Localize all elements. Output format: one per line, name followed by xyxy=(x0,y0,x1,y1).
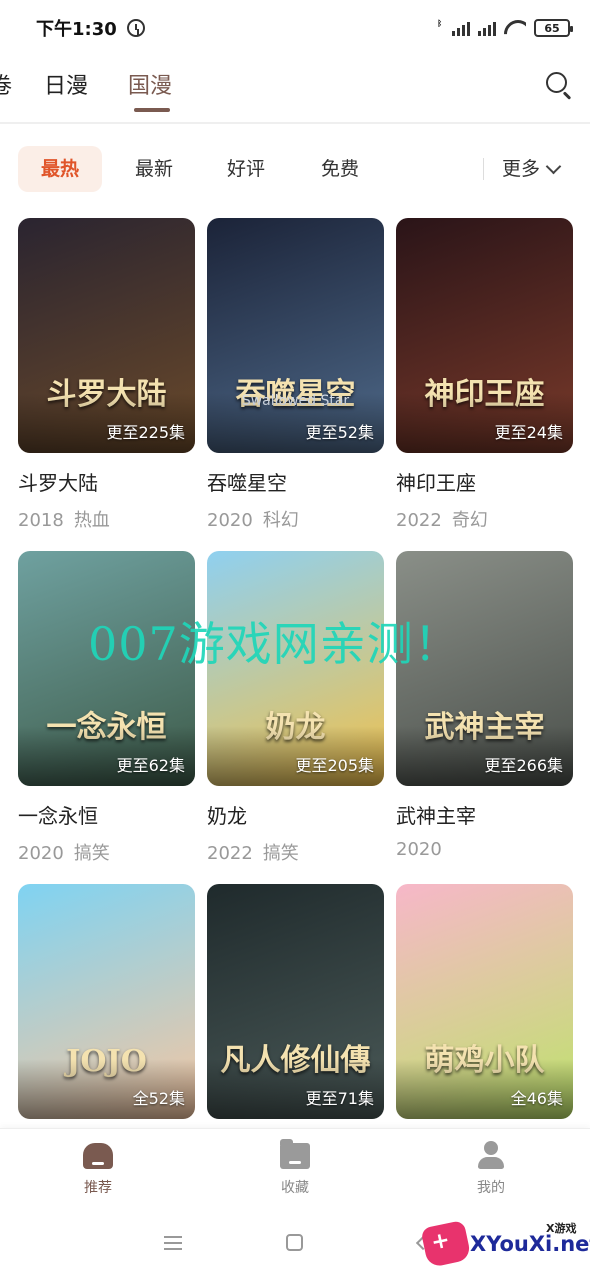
anime-meta: 2018 热血 xyxy=(18,506,195,532)
anime-genre: 搞笑 xyxy=(262,843,299,864)
episode-count: 全52集 xyxy=(132,1089,185,1108)
nav-favorites[interactable]: 收藏 xyxy=(255,1139,335,1197)
home-square-icon[interactable] xyxy=(286,1234,303,1251)
anime-title[interactable]: 奶龙 xyxy=(207,800,384,829)
search-icon xyxy=(546,72,567,93)
menu-icon[interactable] xyxy=(164,1236,182,1250)
episode-count: 更至225集 xyxy=(106,423,185,442)
top-tab-bar: 卷 日漫 国漫 xyxy=(0,56,590,122)
anime-card[interactable]: JOJO全52集 xyxy=(18,884,195,1119)
battery-icon: 65 xyxy=(534,19,573,37)
tab-japanese-anime[interactable]: 日漫 xyxy=(44,68,88,100)
filter-hottest[interactable]: 最热 xyxy=(18,146,102,192)
anime-genre: 热血 xyxy=(73,510,110,531)
home-icon xyxy=(83,1143,113,1169)
status-bar: 下午1:30 ᛒ 65 xyxy=(0,0,590,56)
anime-card[interactable]: 武神主宰更至266集武神主宰2020 xyxy=(396,551,573,860)
anime-title[interactable]: 神印王座 xyxy=(396,467,573,496)
anime-cover[interactable]: 神印王座更至24集 xyxy=(396,218,573,453)
anime-cover[interactable]: 萌鸡小队全46集 xyxy=(396,884,573,1119)
alarm-icon xyxy=(126,19,145,37)
watermark-text: 007游戏网亲测！ xyxy=(88,617,461,671)
anime-card[interactable]: 斗罗大陆更至225集斗罗大陆 2018 热血 xyxy=(18,218,195,532)
filter-free[interactable]: 免费 xyxy=(298,146,382,192)
filter-bar: 最热 最新 好评 免费 更多 xyxy=(0,146,590,192)
nav-profile[interactable]: 我的 xyxy=(451,1141,531,1197)
user-icon xyxy=(476,1141,506,1169)
nav-recommend-label: 推荐 xyxy=(84,1180,112,1196)
episode-count: 更至62集 xyxy=(116,756,185,775)
anime-card[interactable]: 凡人修仙傳更至71集 xyxy=(207,884,384,1119)
folder-icon xyxy=(280,1139,310,1169)
anime-year: 2020 xyxy=(207,510,253,531)
gamepad-icon xyxy=(420,1219,472,1269)
episode-count: 更至205集 xyxy=(295,756,374,775)
anime-genre: 搞笑 xyxy=(73,843,110,864)
more-filters-button[interactable]: 更多 xyxy=(502,146,562,192)
signal-icon xyxy=(452,20,470,36)
anime-year: 2020 xyxy=(18,843,64,864)
episode-count: 更至266集 xyxy=(484,756,563,775)
anime-title[interactable]: 吞噬星空 xyxy=(207,467,384,496)
search-button[interactable] xyxy=(544,70,574,100)
anime-year: 2018 xyxy=(18,510,64,531)
status-indicators: ᛒ 65 xyxy=(437,19,573,37)
anime-title[interactable]: 斗罗大陆 xyxy=(18,467,195,496)
bluetooth-icon: ᛒ xyxy=(437,19,442,28)
active-tab-indicator xyxy=(134,108,170,112)
anime-year: 2020 xyxy=(396,839,442,860)
bottom-nav: 推荐 收藏 我的 xyxy=(0,1128,590,1208)
anime-cover[interactable]: 凡人修仙傳更至71集 xyxy=(207,884,384,1119)
anime-card[interactable]: 神印王座更至24集神印王座 2022 奇幻 xyxy=(396,218,573,532)
episode-count: 全46集 xyxy=(510,1089,563,1108)
anime-cover[interactable]: 斗罗大陆更至225集 xyxy=(18,218,195,453)
chevron-down-icon xyxy=(545,158,562,174)
anime-title[interactable]: 一念永恒 xyxy=(18,800,195,829)
anime-card[interactable]: 一念永恒更至62集一念永恒2020搞笑 xyxy=(18,551,195,865)
anime-meta: 2022 搞笑 xyxy=(207,839,384,865)
filter-newest[interactable]: 最新 xyxy=(112,146,196,192)
episode-count: 更至71集 xyxy=(305,1089,374,1108)
episode-count: 更至24集 xyxy=(494,423,563,442)
anime-year: 2022 xyxy=(396,510,442,531)
anime-genre: 奇幻 xyxy=(451,510,488,531)
anime-card[interactable]: 奶龙更至205集奶龙2022搞笑 xyxy=(207,551,384,865)
anime-title[interactable]: 武神主宰 xyxy=(396,800,573,829)
nav-favorites-label: 收藏 xyxy=(281,1180,309,1196)
site-logo-text: XYouXi.net xyxy=(470,1232,590,1256)
anime-year: 2022 xyxy=(207,843,253,864)
status-time: 下午1:30 xyxy=(36,19,117,40)
anime-cover[interactable]: 吞噬星空Swallowed Star更至52集 xyxy=(207,218,384,453)
signal-icon-2 xyxy=(478,20,496,36)
header-divider xyxy=(0,122,590,124)
site-logo: X游戏 XYouXi.net xyxy=(420,1210,590,1278)
anime-meta: 2020 xyxy=(396,839,573,860)
anime-genre: 科幻 xyxy=(262,510,299,531)
anime-meta: 2022 奇幻 xyxy=(396,506,573,532)
filter-divider xyxy=(483,158,484,180)
nav-recommend[interactable]: 推荐 xyxy=(58,1143,138,1197)
wifi-icon xyxy=(504,20,526,36)
anime-card[interactable]: 萌鸡小队全46集 xyxy=(396,884,573,1119)
episode-count: 更至52集 xyxy=(305,423,374,442)
anime-cover[interactable]: JOJO全52集 xyxy=(18,884,195,1119)
tab-chinese-anime[interactable]: 国漫 xyxy=(128,68,172,100)
nav-profile-label: 我的 xyxy=(477,1180,505,1196)
more-label: 更多 xyxy=(502,158,541,180)
anime-meta: 2020 搞笑 xyxy=(18,839,195,865)
tab-partial-left[interactable]: 卷 xyxy=(0,68,12,100)
filter-top-rated[interactable]: 好评 xyxy=(204,146,288,192)
anime-card[interactable]: 吞噬星空Swallowed Star更至52集吞噬星空 2020 科幻 xyxy=(207,218,384,532)
anime-meta: 2020 科幻 xyxy=(207,506,384,532)
